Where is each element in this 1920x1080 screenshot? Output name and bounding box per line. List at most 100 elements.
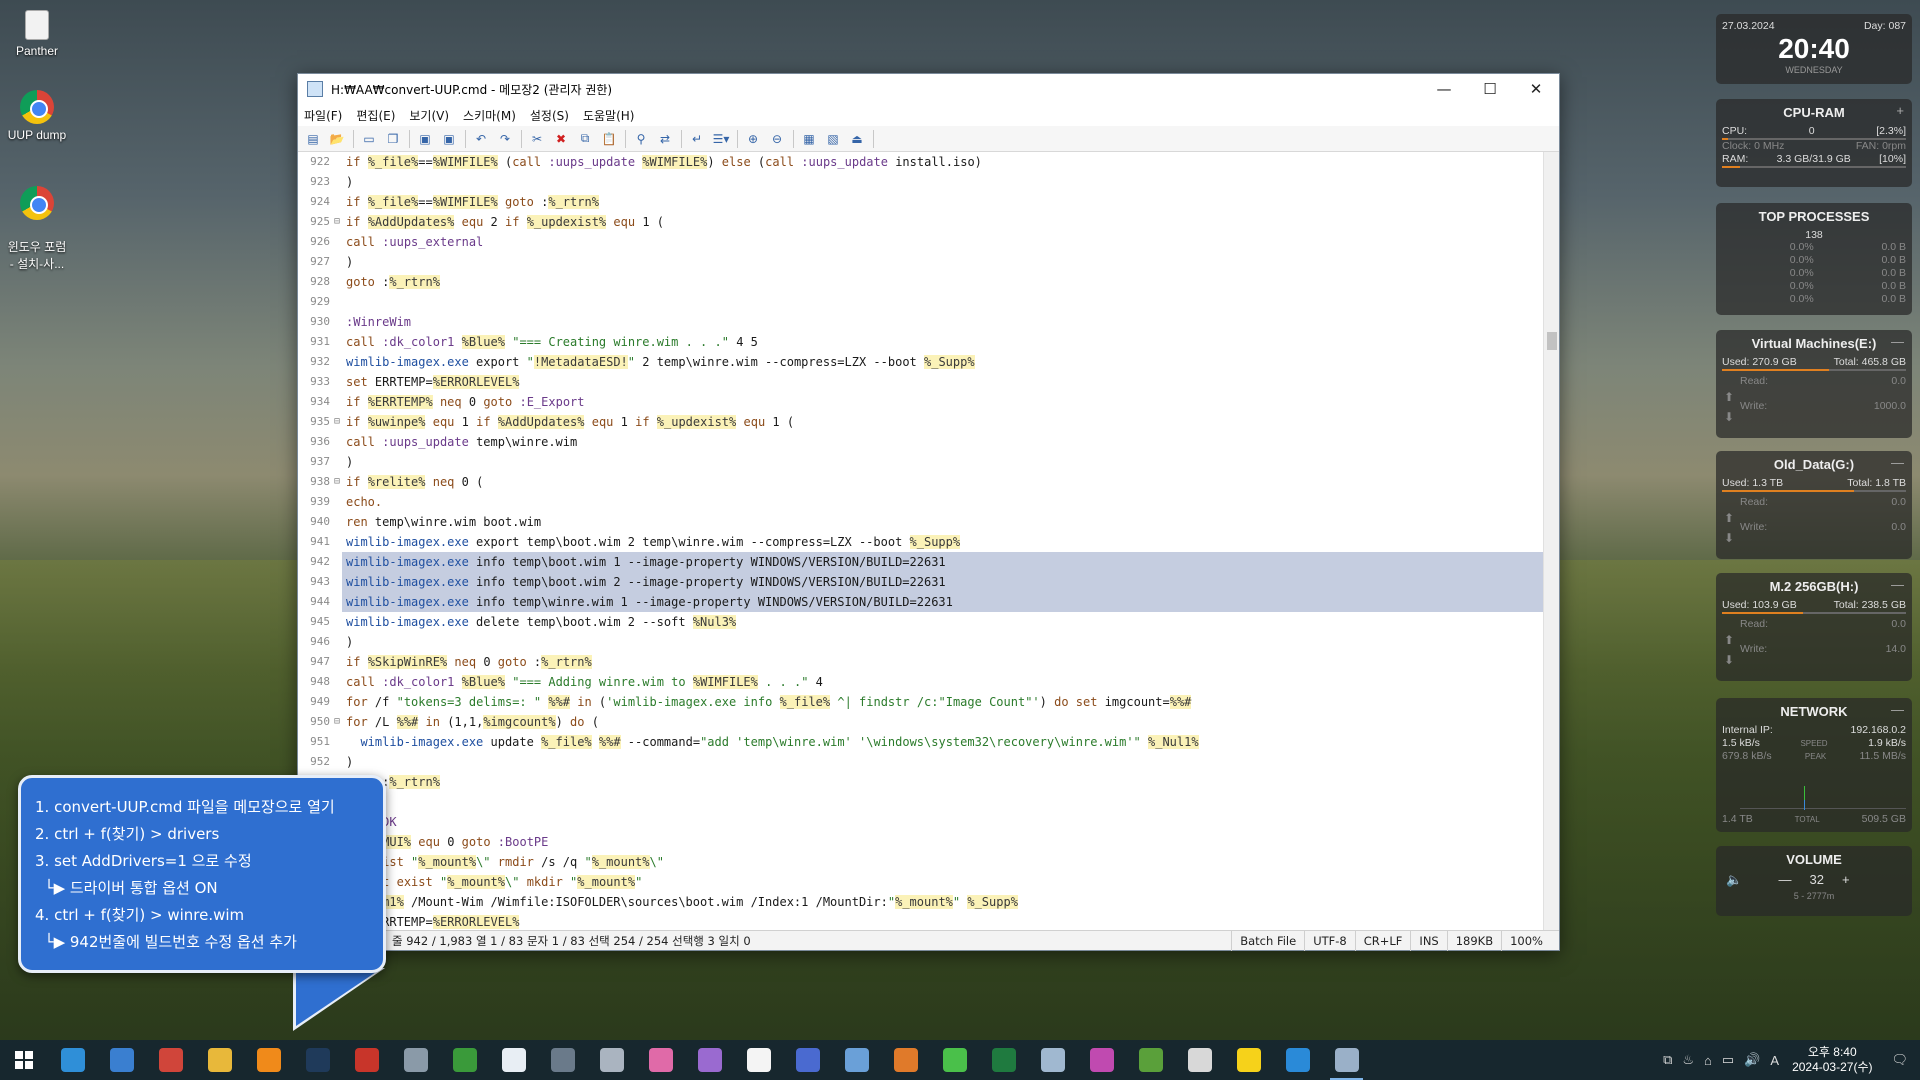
code-line[interactable]: 932 wimlib-imagex.exe export "!MetadataES… xyxy=(298,352,1545,372)
volume-icon[interactable]: 🔊 xyxy=(1744,1052,1760,1068)
task-view-icon[interactable]: ⧉ xyxy=(1663,1052,1672,1068)
scheme-icon[interactable]: ▦ xyxy=(799,130,819,148)
undo-icon[interactable]: ↶ xyxy=(471,130,491,148)
fold-marker[interactable]: ⊟ xyxy=(334,712,342,732)
taskbar-app-app-monitor[interactable] xyxy=(1175,1040,1224,1080)
save-icon[interactable]: ▣ xyxy=(415,130,435,148)
browse-icon[interactable]: ▭ xyxy=(359,130,379,148)
taskbar-app-app-diamond[interactable] xyxy=(587,1040,636,1080)
monitor-icon[interactable]: ▭ xyxy=(1722,1052,1734,1068)
notification-icon[interactable]: 🗨 xyxy=(1891,1052,1908,1068)
settings-icon[interactable]: ▧ xyxy=(823,130,843,148)
desktop-icon-windows-forum[interactable]: 윈도우 포럼 - 설치-사... xyxy=(4,172,70,286)
copy-icon[interactable]: ⧉ xyxy=(575,130,595,148)
status-filetype[interactable]: Batch File xyxy=(1231,930,1304,951)
code-line[interactable]: 938 ⊟ if %relite% neq 0 ( xyxy=(298,472,1545,492)
close-button[interactable]: ✕ xyxy=(1513,74,1559,104)
code-line[interactable]: 933 set ERRTEMP=%ERRORLEVEL% xyxy=(298,372,1545,392)
minimize-button[interactable]: — xyxy=(1421,74,1467,104)
status-encoding[interactable]: UTF-8 xyxy=(1304,930,1355,951)
taskbar-app-app-red[interactable] xyxy=(342,1040,391,1080)
save-as-icon[interactable]: ▣ xyxy=(439,130,459,148)
code-line[interactable]: 955:DoneDK xyxy=(298,812,1545,832)
taskbar-app-excel[interactable] xyxy=(979,1040,1028,1080)
fold-marker[interactable]: ⊟ xyxy=(334,472,342,492)
code-editor[interactable]: 922 if %_file%==%WIMFILE% (call :uups_upd… xyxy=(298,152,1545,932)
code-line[interactable]: 942 wimlib-imagex.exe info temp\boot.wim … xyxy=(298,552,1545,572)
menu-view[interactable]: 보기(V) xyxy=(409,107,449,124)
find-icon[interactable]: ⚲ xyxy=(631,130,651,148)
desktop-icon-panther[interactable]: Panther xyxy=(4,10,70,58)
word-wrap-icon[interactable]: ↵ xyxy=(687,130,707,148)
taskbar-app-app-page[interactable] xyxy=(1028,1040,1077,1080)
taskbar-app-edge[interactable] xyxy=(48,1040,97,1080)
code-line[interactable]: 941 wimlib-imagex.exe export temp\boot.wi… xyxy=(298,532,1545,552)
maximize-button[interactable]: ☐ xyxy=(1467,74,1513,104)
taskbar-app-photoshop[interactable] xyxy=(293,1040,342,1080)
network-icon[interactable]: ⌂ xyxy=(1704,1053,1712,1068)
code-line[interactable]: 954 xyxy=(298,792,1545,812)
list-icon[interactable]: ☰▾ xyxy=(711,130,731,148)
taskbar-app-internet-explorer[interactable] xyxy=(97,1040,146,1080)
paste-icon[interactable]: 📋 xyxy=(599,130,619,148)
code-line[interactable]: 947 if %SkipWinRE% neq 0 goto :%_rtrn% xyxy=(298,652,1545,672)
taskbar-app-notepad2[interactable] xyxy=(489,1040,538,1080)
cut-icon[interactable]: ✂ xyxy=(527,130,547,148)
code-line[interactable]: 928 goto :%_rtrn% xyxy=(298,272,1545,292)
taskbar-app-kakaotalk[interactable] xyxy=(1224,1040,1273,1080)
code-line[interactable]: 959%_dism1% /Mount-Wim /Wimfile:ISOFOLDE… xyxy=(298,892,1545,912)
notepad2-window[interactable]: H:₩AA₩convert-UUP.cmd - 메모장2 (관리자 권한) — … xyxy=(297,73,1560,951)
code-line[interactable]: 953goto :%_rtrn% xyxy=(298,772,1545,792)
code-line[interactable]: 960set ERRTEMP=%ERRORLEVEL% xyxy=(298,912,1545,932)
zoom-in-icon[interactable]: ⊕ xyxy=(743,130,763,148)
replace-icon[interactable]: ⇄ xyxy=(655,130,675,148)
taskbar-app-avast[interactable] xyxy=(244,1040,293,1080)
taskbar-app-app-d[interactable] xyxy=(734,1040,783,1080)
code-line[interactable]: 946) xyxy=(298,632,1545,652)
tray-flame-icon[interactable]: ♨ xyxy=(1682,1052,1694,1068)
code-line[interactable]: 951 wimlib-imagex.exe update %_file% %%#… xyxy=(298,732,1545,752)
taskbar-app-app-window[interactable] xyxy=(1273,1040,1322,1080)
code-line[interactable]: 922 if %_file%==%WIMFILE% (call :uups_upd… xyxy=(298,152,1545,172)
taskbar-clock[interactable]: 오후 8:40 2024-03-27(수) xyxy=(1792,1045,1872,1075)
code-line[interactable]: 949 for /f "tokens=3 delims=: " %%# in ('… xyxy=(298,692,1545,712)
taskbar-app-app-green[interactable] xyxy=(440,1040,489,1080)
status-eol[interactable]: CR+LF xyxy=(1354,930,1411,951)
taskbar-app-app-disc[interactable] xyxy=(1077,1040,1126,1080)
code-line[interactable]: 931 call :dk_color1 %Blue% "=== Creating … xyxy=(298,332,1545,352)
recent-icon[interactable]: ❐ xyxy=(383,130,403,148)
code-line[interactable]: 930:WinreWim xyxy=(298,312,1545,332)
volume-down-button[interactable]: — xyxy=(1778,872,1791,887)
menu-edit[interactable]: 편집(E) xyxy=(356,107,395,124)
code-line[interactable]: 939 echo. xyxy=(298,492,1545,512)
vertical-scrollbar[interactable] xyxy=(1543,152,1559,932)
fold-marker[interactable]: ⊟ xyxy=(334,212,342,232)
code-line[interactable]: 948 call :dk_color1 %Blue% "=== Adding wi… xyxy=(298,672,1545,692)
taskbar-app-notepad-active[interactable] xyxy=(1322,1040,1371,1080)
taskbar-app-app-cloud[interactable] xyxy=(832,1040,881,1080)
code-line[interactable]: 956if %_MUI% equ 0 goto :BootPE xyxy=(298,832,1545,852)
open-folder-icon[interactable]: 📂 xyxy=(327,130,347,148)
code-line[interactable]: 929 xyxy=(298,292,1545,312)
code-line[interactable]: 937) xyxy=(298,452,1545,472)
scrollbar-thumb[interactable] xyxy=(1547,332,1557,350)
code-line[interactable]: 940 ren temp\winre.wim boot.wim xyxy=(298,512,1545,532)
taskbar-app-app-leaf[interactable] xyxy=(930,1040,979,1080)
plus-icon[interactable]: + xyxy=(1896,103,1904,118)
start-button[interactable] xyxy=(0,1040,48,1080)
code-line[interactable]: 952) xyxy=(298,752,1545,772)
fold-marker[interactable]: ⊟ xyxy=(334,412,342,432)
taskbar-app-app-pink[interactable] xyxy=(636,1040,685,1080)
code-line[interactable]: 943 wimlib-imagex.exe info temp\boot.wim … xyxy=(298,572,1545,592)
ime-icon[interactable]: A xyxy=(1770,1053,1779,1068)
code-line[interactable]: 958if not exist "%_mount%\" mkdir "%_mou… xyxy=(298,872,1545,892)
code-line[interactable]: 945 wimlib-imagex.exe delete temp\boot.wi… xyxy=(298,612,1545,632)
delete-icon[interactable]: ✖ xyxy=(551,130,571,148)
code-line[interactable]: 944 wimlib-imagex.exe info temp\winre.wim… xyxy=(298,592,1545,612)
zoom-out-icon[interactable]: ⊖ xyxy=(767,130,787,148)
code-line[interactable]: 926 call :uups_external xyxy=(298,232,1545,252)
exit-icon[interactable]: ⏏ xyxy=(847,130,867,148)
redo-icon[interactable]: ↷ xyxy=(495,130,515,148)
code-line[interactable]: 923) xyxy=(298,172,1545,192)
volume-up-button[interactable]: + xyxy=(1842,872,1850,887)
